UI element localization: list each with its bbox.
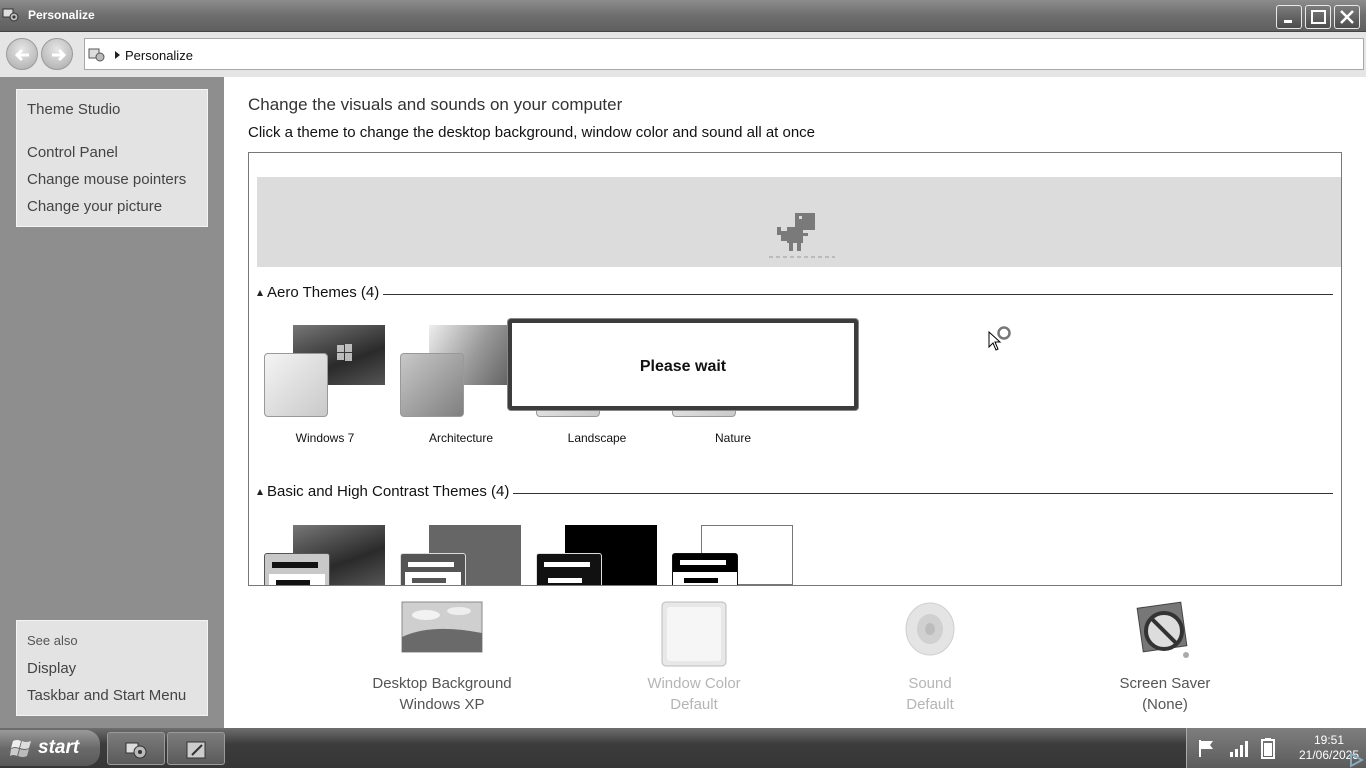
bliss-wallpaper-icon <box>401 601 483 653</box>
theme-tile-windows-7[interactable]: Windows 7 <box>257 325 393 455</box>
group-aero-themes[interactable]: Aero Themes (4) <box>257 284 1333 304</box>
ad-choices-icon[interactable] <box>1348 752 1364 768</box>
sidebar-link-control-panel[interactable]: Control Panel <box>27 144 118 161</box>
forward-arrow-icon <box>52 48 67 62</box>
item-value: Windows XP <box>399 696 485 713</box>
address-bar[interactable]: Personalize <box>84 38 1364 70</box>
window-color-preview <box>400 553 466 585</box>
sidebar-link-theme-studio[interactable]: Theme Studio <box>27 101 120 118</box>
window-color-preview <box>400 353 464 417</box>
battery-icon[interactable] <box>1261 738 1275 760</box>
window-color-preview <box>672 553 738 585</box>
window-color-icon <box>661 601 727 667</box>
breadcrumb[interactable]: Personalize <box>125 48 193 63</box>
item-title: Window Color <box>647 675 741 692</box>
forward-button[interactable] <box>41 38 73 70</box>
theme-name: Nature <box>714 431 752 445</box>
group-title: Aero Themes (4) <box>267 284 384 301</box>
action-center-flag-icon[interactable] <box>1197 738 1219 758</box>
item-title: Screen Saver <box>1119 675 1211 692</box>
desktop-background-link[interactable]: Desktop Background Windows XP <box>362 601 522 721</box>
window-color-preview <box>536 553 602 585</box>
theme-tile-basic[interactable] <box>257 525 393 585</box>
sidebar-link-display[interactable]: Display <box>27 660 76 677</box>
speaker-icon <box>905 602 955 656</box>
taskbar-item-control-panel[interactable] <box>107 732 165 765</box>
offline-dino-icon <box>769 213 835 258</box>
control-panel-icon <box>87 46 107 69</box>
sound-link[interactable]: Sound Default <box>850 601 1010 721</box>
start-button[interactable]: start <box>0 730 100 766</box>
start-label: start <box>38 737 80 758</box>
item-title: Desktop Background <box>372 675 512 692</box>
control-panel-icon <box>2 6 20 24</box>
control-panel-icon <box>125 742 147 759</box>
theme-name: Landscape <box>567 431 627 445</box>
please-wait-dialog: Please wait <box>508 319 858 410</box>
back-arrow-icon <box>14 48 29 62</box>
group-title: Basic and High Contrast Themes (4) <box>267 483 514 500</box>
close-button[interactable] <box>1334 5 1360 29</box>
page-subtitle: Click a theme to change the desktop back… <box>248 124 816 141</box>
network-signal-icon[interactable] <box>1229 738 1251 758</box>
theme-name: Windows 7 <box>295 431 355 445</box>
window-color-link[interactable]: Window Color Default <box>614 601 774 721</box>
group-basic-themes[interactable]: Basic and High Contrast Themes (4) <box>257 483 1333 503</box>
sidebar-link-mouse-pointers[interactable]: Change mouse pointers <box>27 171 186 188</box>
screen-saver-icon <box>1136 601 1189 658</box>
divider <box>267 294 1333 295</box>
clock-time: 19:51 <box>1313 733 1345 747</box>
sidebar: Theme Studio Control Panel Change mouse … <box>0 77 224 728</box>
page-title: Change the visuals and sounds on your co… <box>248 95 623 114</box>
title-bar: Personalize <box>0 0 1366 32</box>
sidebar-see-also: See also Display Taskbar and Start Menu <box>16 620 208 716</box>
online-themes-banner <box>257 177 1341 267</box>
system-tray: 19:51 21/06/2025 <box>1186 728 1366 768</box>
busy-cursor-icon <box>988 326 1011 351</box>
address-row: Personalize <box>0 32 1366 77</box>
theme-tile-high-contrast-black[interactable] <box>529 525 665 585</box>
item-value: (None) <box>1142 696 1188 713</box>
maximize-button[interactable] <box>1305 5 1331 29</box>
explorer-icon <box>186 741 206 759</box>
taskbar: start 19:51 21/06/2025 <box>0 728 1366 768</box>
item-value: Default <box>906 696 954 713</box>
window-color-preview <box>264 353 328 417</box>
item-value: Default <box>670 696 718 713</box>
breadcrumb-arrow-icon[interactable] <box>115 51 120 59</box>
dialog-message: Please wait <box>639 358 727 375</box>
item-title: Sound <box>908 675 952 692</box>
back-button[interactable] <box>6 38 38 70</box>
window-color-preview <box>264 553 330 585</box>
sidebar-tasks: Theme Studio Control Panel Change mouse … <box>16 89 208 227</box>
minimize-button[interactable] <box>1276 5 1302 29</box>
window-title: Personalize <box>28 8 95 22</box>
collapse-arrow-icon[interactable] <box>257 489 263 495</box>
theme-tile-high-contrast-1[interactable] <box>393 525 529 585</box>
collapse-arrow-icon[interactable] <box>257 290 263 296</box>
sidebar-link-taskbar[interactable]: Taskbar and Start Menu <box>27 687 186 704</box>
screen-saver-link[interactable]: Screen Saver (None) <box>1085 601 1245 721</box>
windows-flag-icon <box>10 740 31 757</box>
theme-name: Architecture <box>428 431 494 445</box>
taskbar-item-explorer[interactable] <box>167 732 225 765</box>
theme-tile-high-contrast-white[interactable] <box>665 525 801 585</box>
see-also-title: See also <box>27 633 78 648</box>
sidebar-link-change-picture[interactable]: Change your picture <box>27 198 162 215</box>
